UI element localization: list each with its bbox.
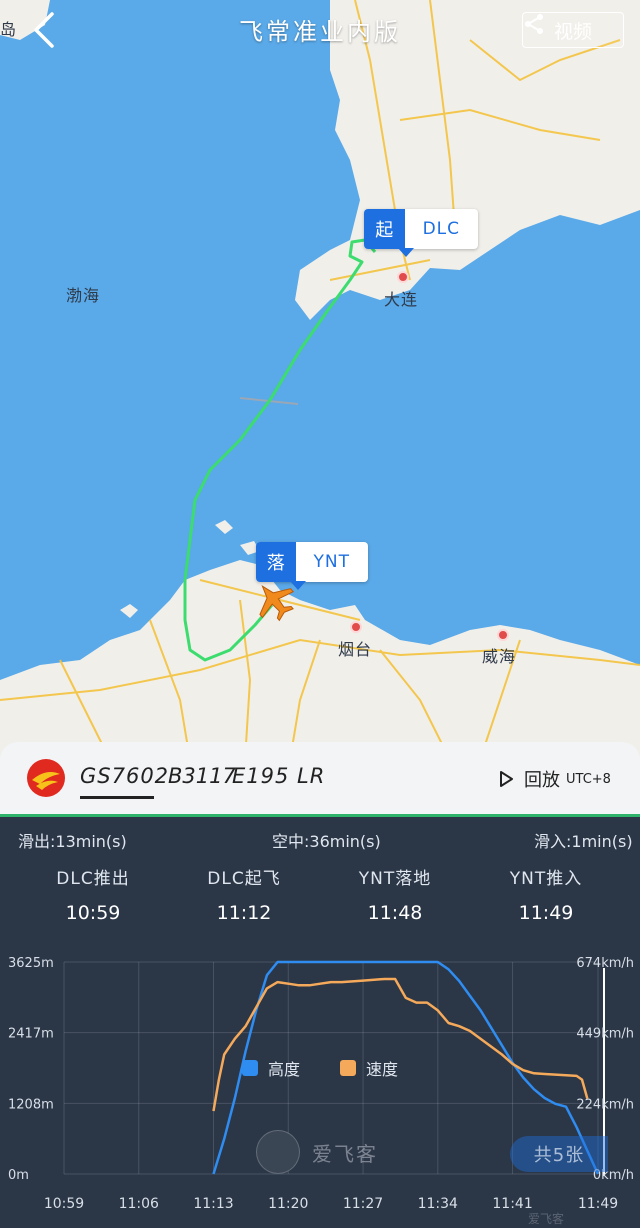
- arrival-type-label: 落: [256, 542, 296, 582]
- phase-time-gate-in: 11:49: [518, 902, 574, 924]
- arrival-airport-tag[interactable]: 落 YNT: [256, 542, 368, 590]
- flight-info-bar: GS7602 B3117 E195 LR 回放 UTC+8: [0, 742, 640, 817]
- city-dot-weihai: [497, 629, 509, 641]
- aircraft-type: E195 LR: [232, 764, 326, 788]
- city-dot-dalian: [397, 271, 409, 283]
- bottom-brand-text: 爱飞客: [528, 1212, 565, 1226]
- legend-altitude-swatch: [242, 1060, 258, 1076]
- photo-count-button[interactable]: 共5张: [510, 1136, 608, 1172]
- city-label-dalian: 大连: [384, 290, 419, 309]
- video-button-label: 视频: [553, 20, 592, 43]
- play-icon: [500, 771, 513, 787]
- phase-time-takeoff: 11:12: [216, 902, 272, 924]
- map-canvas: [0, 0, 640, 760]
- legend-speed-swatch: [340, 1060, 356, 1076]
- city-dot-yantai: [350, 621, 362, 633]
- x-tick-label: 11:20: [268, 1196, 308, 1212]
- y-right-tick-label: 224km/h: [576, 1097, 634, 1112]
- x-tick-label: 10:59: [44, 1196, 84, 1212]
- x-tick-label: 11:34: [418, 1196, 458, 1212]
- x-tick-label: 11:06: [119, 1196, 159, 1212]
- aircraft-registration: B3117: [168, 764, 236, 788]
- departure-code: DLC: [422, 219, 460, 239]
- departure-type-label: 起: [364, 209, 405, 249]
- chart-canvas: 10:59 11:06 11:13 11:20 11:27 11:34 11:41 11:49…: [8, 956, 634, 1212]
- y-left-tick-label: 3625m: [8, 956, 54, 971]
- y-left-tick-label: 1208m: [8, 1097, 54, 1112]
- airborne-duration: 空中:36min(s): [272, 832, 381, 851]
- altitude-speed-chart[interactable]: 10:59 11:06 11:13 11:20 11:27 11:34 11:41 11:49…: [0, 944, 640, 1228]
- taxi-out-duration: 滑出:13min(s): [18, 832, 127, 851]
- watermark-text: 爱飞客: [312, 1141, 378, 1166]
- phase-label-gate-in: YNT推入: [509, 869, 583, 889]
- taxi-in-duration: 滑入:1min(s): [534, 832, 633, 851]
- phase-time-landing: 11:48: [367, 902, 423, 924]
- flight-map[interactable]: 岛 渤海 大连 烟台 威海 起 DLC 落 YNT 飞常准业内版 视频: [0, 0, 640, 760]
- phase-label-takeoff: DLC起飞: [207, 869, 281, 889]
- y-right-tick-label: 449km/h: [576, 1027, 634, 1042]
- watermark-avatar: [256, 1130, 300, 1174]
- replay-label: 回放: [524, 770, 560, 791]
- x-tick-label: 11:41: [492, 1196, 532, 1212]
- speed-series-line: [212, 977, 589, 1112]
- departure-airport-tag[interactable]: 起 DLC: [364, 209, 478, 257]
- legend-speed: 速度: [340, 1056, 398, 1080]
- city-label-weihai: 威海: [482, 647, 517, 666]
- watermark: 爱飞客: [256, 1130, 378, 1174]
- x-tick-label: 11:27: [343, 1196, 383, 1212]
- phase-label-pushback: DLC推出: [56, 869, 130, 889]
- flight-number[interactable]: GS7602: [80, 764, 169, 788]
- flight-stats: 滑出:13min(s) 空中:36min(s) 滑入:1min(s) DLC推出…: [0, 814, 640, 944]
- flight-number-underline: [80, 796, 154, 799]
- top-bar: 飞常准业内版 视频: [0, 0, 640, 56]
- y-left-tick-label: 0m: [8, 1168, 29, 1183]
- airline-logo-icon: [27, 759, 65, 797]
- arrival-code: YNT: [313, 552, 350, 572]
- video-button[interactable]: 视频: [522, 12, 624, 48]
- timezone-label: UTC+8: [566, 771, 611, 787]
- arrival-pointer: [290, 581, 306, 590]
- replay-button[interactable]: 回放 UTC+8: [498, 766, 611, 792]
- y-left-tick-label: 2417m: [8, 1027, 54, 1042]
- share-icon: [525, 14, 543, 34]
- x-tick-label: 11:49: [578, 1196, 618, 1212]
- legend-altitude-label: 高度: [268, 1060, 301, 1079]
- city-label-yantai: 烟台: [338, 640, 373, 659]
- sea-label-bohai: 渤海: [66, 286, 101, 305]
- phase-label-landing: YNT落地: [358, 869, 432, 889]
- phase-time-pushback: 10:59: [65, 902, 121, 924]
- legend-altitude: 高度: [242, 1056, 300, 1080]
- y-right-tick-label: 674km/h: [576, 956, 634, 971]
- x-tick-label: 11:13: [193, 1196, 233, 1212]
- legend-speed-label: 速度: [366, 1060, 399, 1079]
- departure-pointer: [398, 248, 414, 257]
